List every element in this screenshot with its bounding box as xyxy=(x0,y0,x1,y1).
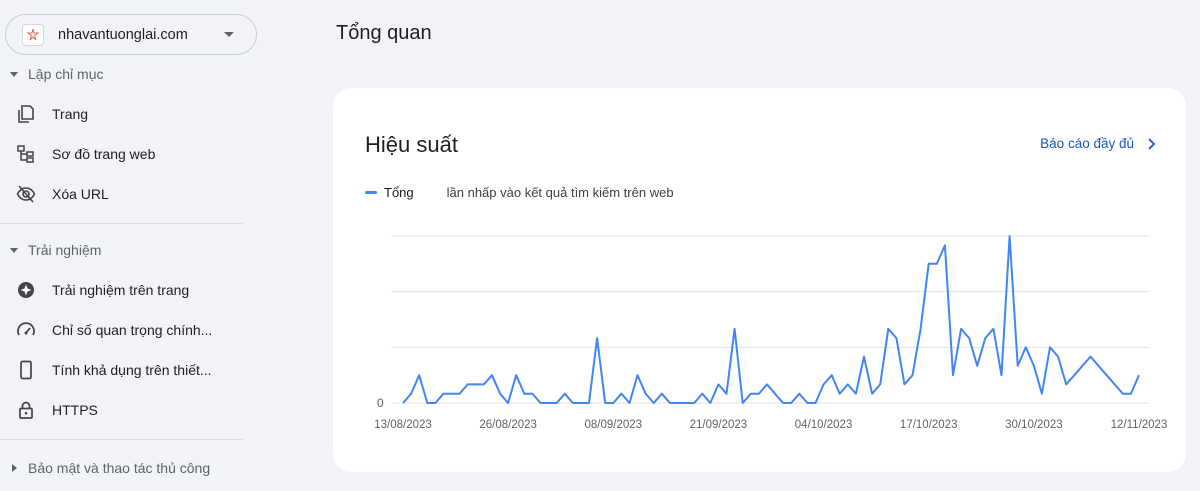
collapse-arrow-icon xyxy=(4,247,24,253)
y-tick-label: 0 xyxy=(377,396,384,410)
sidebar-item-label: Sơ đồ trang web xyxy=(52,146,156,162)
sidebar-item-https[interactable]: HTTPS xyxy=(0,392,262,428)
eye-off-icon xyxy=(16,184,36,204)
section-title: Bảo mật và thao tác thủ công xyxy=(28,460,211,476)
section-title: Trải nghiệm xyxy=(28,242,102,258)
sitemap-icon xyxy=(16,144,36,164)
x-tick-label: 04/10/2023 xyxy=(795,419,853,431)
x-tick-label: 26/08/2023 xyxy=(479,419,537,431)
sidebar-item-mobile-usability[interactable]: Tính khả dụng trên thiết... xyxy=(0,352,262,388)
expand-arrow-icon xyxy=(4,464,24,472)
page-title: Tổng quan xyxy=(336,22,432,44)
sidebar-item-label: Trang xyxy=(52,106,89,122)
sidebar-item-label: Trải nghiệm trên trang xyxy=(52,282,190,298)
sidebar-divider xyxy=(0,223,243,224)
chevron-down-icon[interactable] xyxy=(224,32,234,37)
smartphone-icon xyxy=(16,360,36,380)
x-tick-label: 17/10/2023 xyxy=(900,419,958,431)
property-selector[interactable]: nhavantuonglai.com xyxy=(5,14,257,55)
sidebar-item-page-experience[interactable]: Trải nghiệm trên trang xyxy=(0,272,262,308)
sidebar-item-pages[interactable]: Trang xyxy=(0,96,262,132)
property-name: nhavantuonglai.com xyxy=(58,26,188,43)
sidebar-item-core-web-vitals[interactable]: Chỉ số quan trọng chính... xyxy=(0,312,262,348)
x-tick-label: 13/08/2023 xyxy=(374,419,432,431)
site-favicon-icon xyxy=(22,23,44,46)
x-tick-label: 12/11/2023 xyxy=(1111,419,1168,431)
sidebar-item-removals[interactable]: Xóa URL xyxy=(0,176,262,212)
x-tick-label: 08/09/2023 xyxy=(585,419,643,431)
section-indexing[interactable]: Lập chỉ mục xyxy=(0,62,262,86)
collapse-arrow-icon xyxy=(4,71,24,77)
series-line-total-clicks[interactable] xyxy=(402,235,1140,404)
section-security[interactable]: Bảo mật và thao tác thủ công xyxy=(0,456,262,480)
sidebar-item-label: Chỉ số quan trọng chính... xyxy=(52,322,213,338)
sidebar-item-label: HTTPS xyxy=(52,402,98,418)
section-experience[interactable]: Trải nghiệm xyxy=(0,238,262,262)
x-tick-label: 30/10/2023 xyxy=(1005,419,1063,431)
section-title: Lập chỉ mục xyxy=(28,66,104,82)
sidebar-item-sitemaps[interactable]: Sơ đồ trang web xyxy=(0,136,262,172)
pages-icon xyxy=(16,104,36,124)
sidebar: nhavantuonglai.com Lập chỉ mục Trang Sơ … xyxy=(0,0,262,491)
x-tick-label: 21/09/2023 xyxy=(690,419,748,431)
sidebar-item-label: Xóa URL xyxy=(52,186,109,202)
speedometer-icon xyxy=(16,320,36,340)
performance-chart: 0 13/08/2023 26/08/2023 08/09/2023 21/09/202… xyxy=(374,235,1168,431)
lock-icon xyxy=(16,400,36,420)
sidebar-divider xyxy=(0,439,243,440)
page-experience-icon xyxy=(16,280,36,300)
sidebar-item-label: Tính khả dụng trên thiết... xyxy=(52,362,212,378)
